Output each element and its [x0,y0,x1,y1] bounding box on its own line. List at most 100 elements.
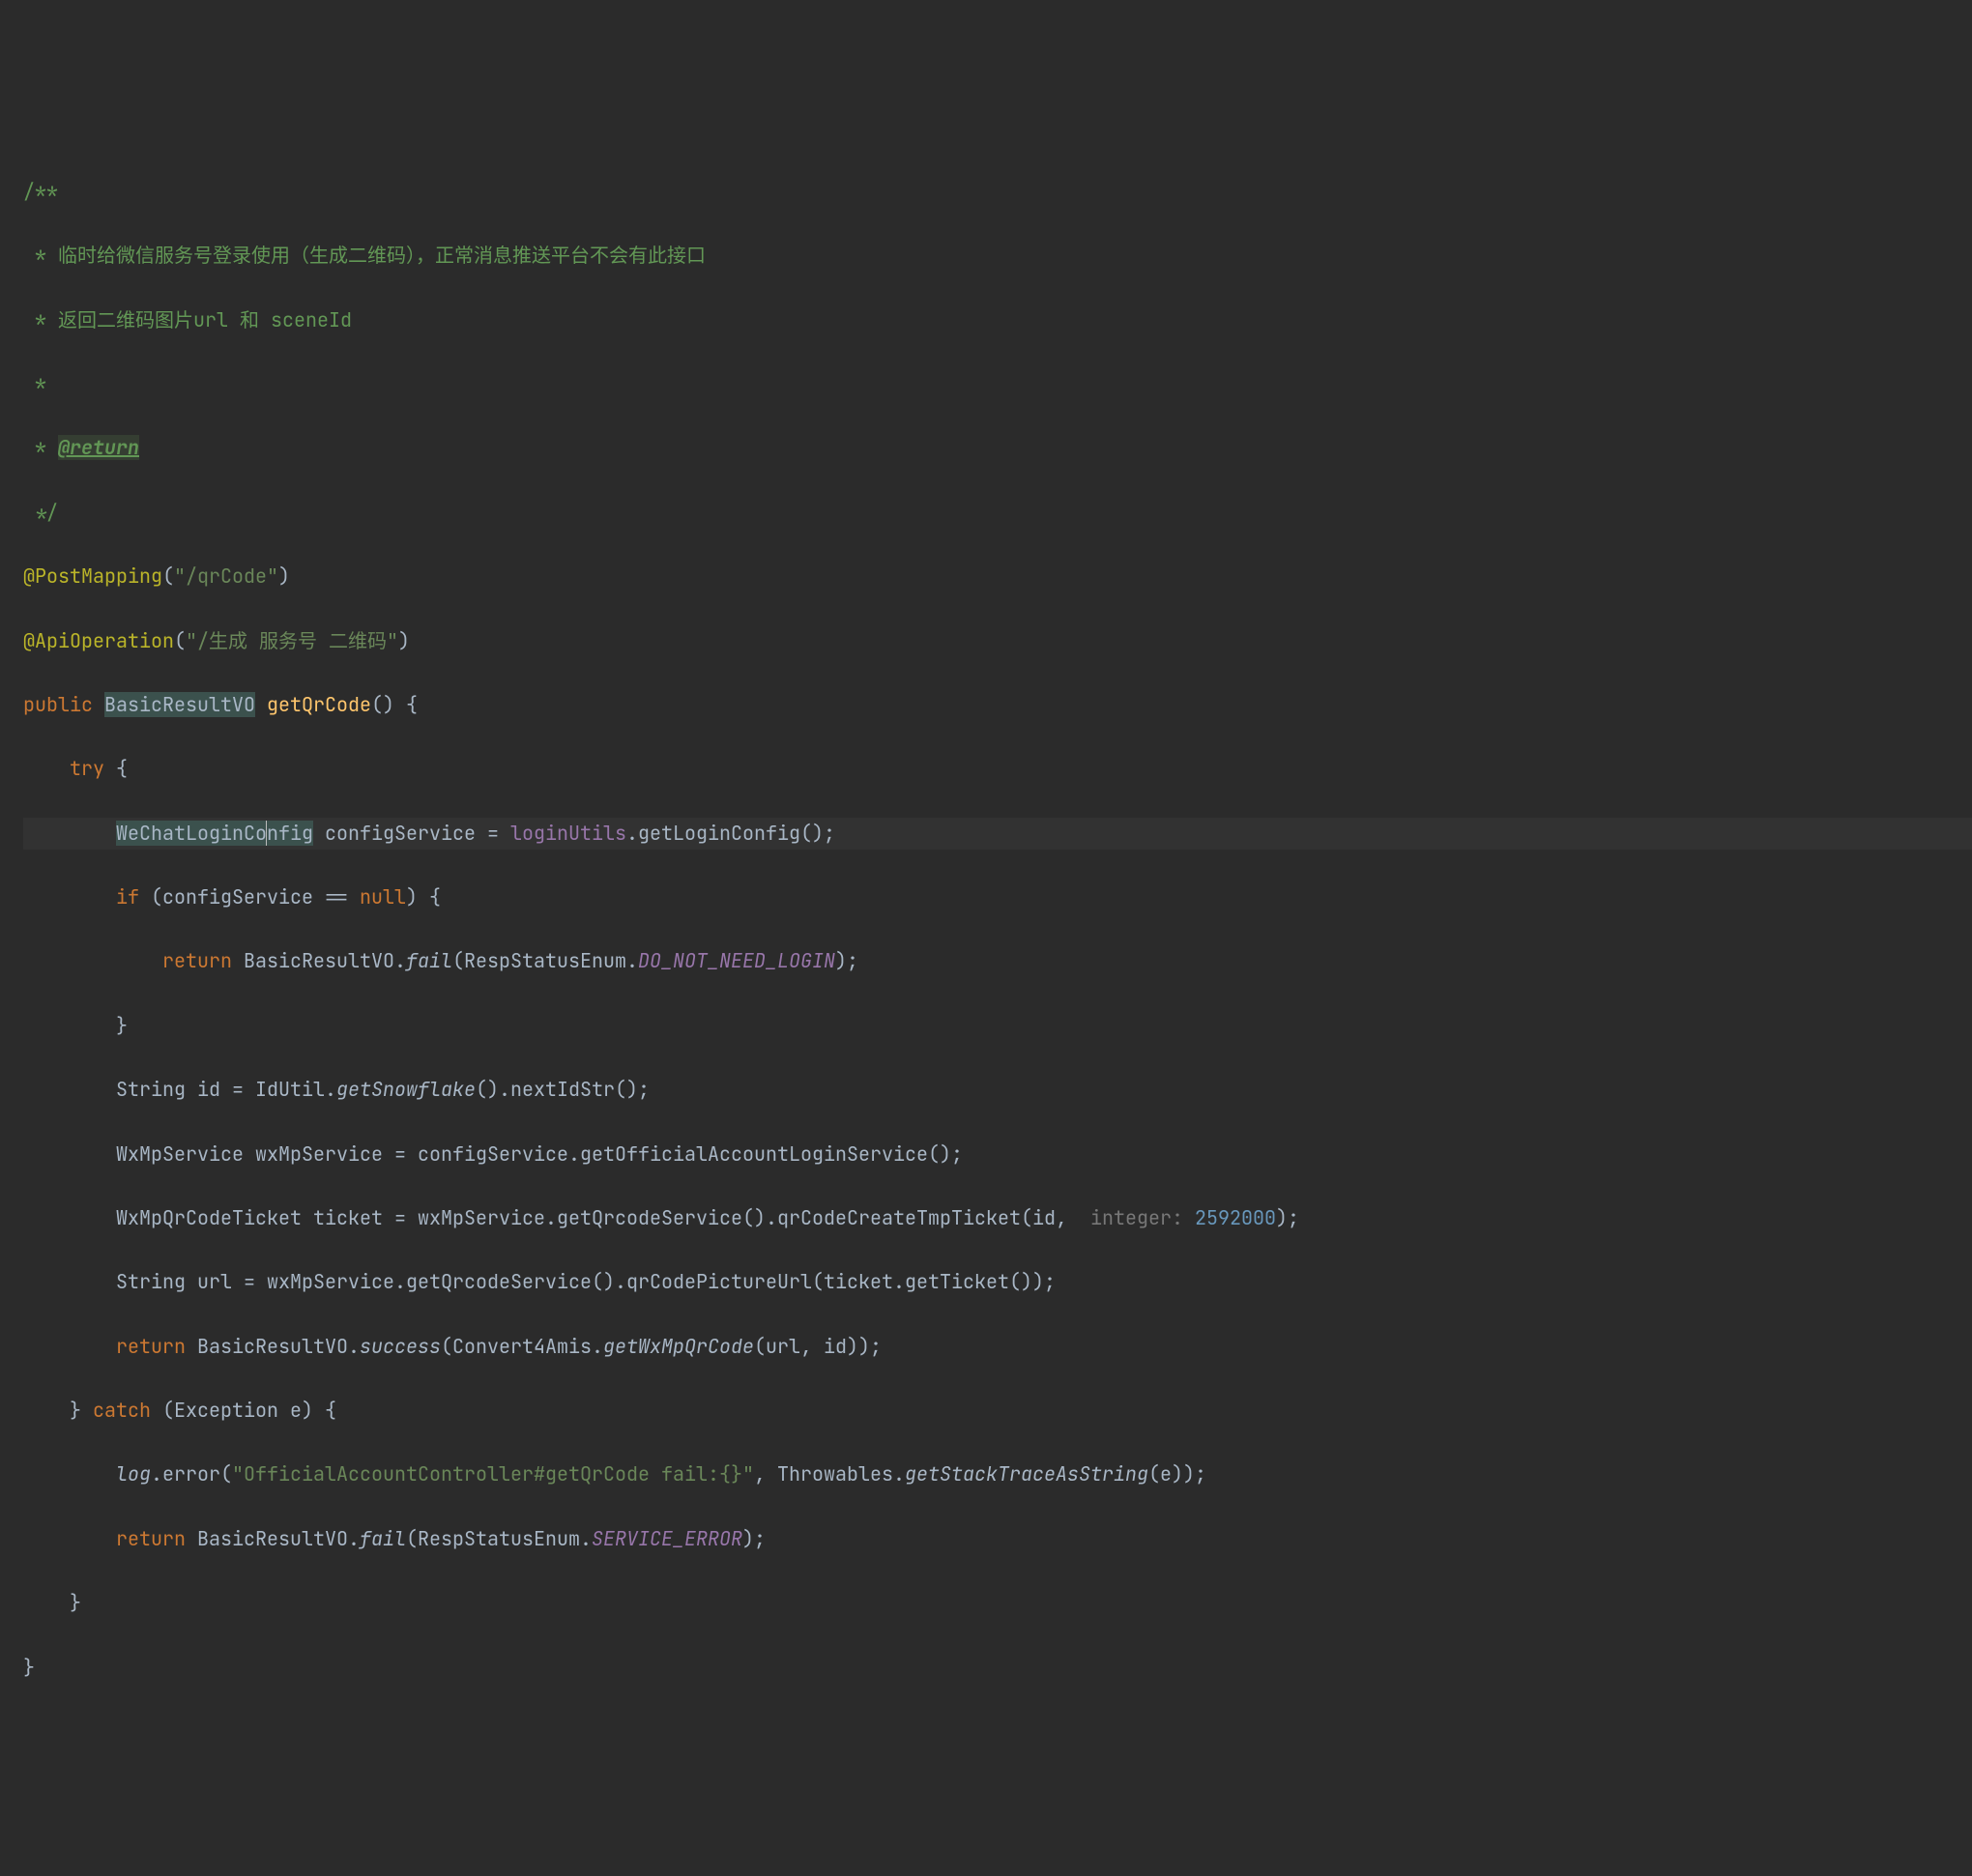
javadoc-end: */ [23,500,58,525]
javadoc-text: * 返回二维码图片url 和 sceneId [23,307,352,332]
code-line[interactable]: log.error("OfficialAccountController#get… [23,1458,1972,1490]
paren: ) [278,563,290,589]
code-line[interactable]: return BasicResultVO.success(Convert4Ami… [23,1331,1972,1363]
code-line[interactable]: String url = wxMpService.getQrcodeServic… [23,1266,1972,1298]
annotation-postmapping: @PostMapping [23,563,162,589]
code-line[interactable]: } [23,1652,1972,1684]
code-line[interactable]: if (configService == null) { [23,881,1972,913]
keyword-catch: catch [93,1398,151,1423]
args-close: ); [835,948,858,973]
brace-close: } [23,1655,35,1680]
indent [23,1334,116,1359]
method-call: getLoginConfig(); [638,821,835,846]
method-call: .error( [151,1461,232,1486]
type-part: WeChatLoginCo [116,821,267,846]
args-close: ); [742,1526,766,1551]
static-method-getstacktrace: getStackTraceAsString [905,1461,1148,1486]
enum-do-not-need-login: DO_NOT_NEED_LOGIN [638,948,835,973]
static-method-getwxmpqrcode: getWxMpQrCode [603,1334,754,1359]
stmt: String url = wxMpService.getQrcodeServic… [116,1269,1056,1294]
args: (Convert4Amis. [441,1334,603,1359]
keyword-return: return [116,1334,197,1359]
code-line[interactable]: String id = IdUtil.getSnowflake().nextId… [23,1074,1972,1106]
annotation-apioperation: @ApiOperation [23,628,174,653]
code-line[interactable]: WxMpQrCodeTicket ticket = wxMpService.ge… [23,1202,1972,1234]
static-method-fail: fail [360,1526,406,1551]
args: (RespStatusEnum. [406,1526,592,1551]
stmt: String id = IdUtil. [116,1077,336,1102]
javadoc-text: * 临时给微信服务号登录使用（生成二维码），正常消息推送平台不会有此接口 [23,243,706,268]
brace-close: } [70,1398,93,1423]
args: (RespStatusEnum. [452,948,638,973]
indent [23,1013,116,1038]
javadoc-start: /** [23,179,58,204]
code-line[interactable]: * 返回二维码图片url 和 sceneId [23,304,1972,336]
indent [23,1141,116,1167]
stmt: ().nextIdStr(); [476,1077,650,1102]
paren: ) [398,628,410,653]
equals: = [487,821,510,846]
string-literal: "/生成 服务号 二维码" [186,628,398,653]
indent [23,884,116,909]
indent [23,1205,116,1230]
class-ref: BasicResultVO. [244,948,406,973]
code-line[interactable]: WxMpService wxMpService = configService.… [23,1139,1972,1170]
paren: ( [162,563,174,589]
code-line[interactable]: try { [23,753,1972,785]
indent [23,948,162,973]
catch-args: (Exception e) { [151,1398,336,1423]
condition-close: ) { [406,884,441,909]
code-line-current[interactable]: WeChatLoginConfig configService = loginU… [23,818,1972,850]
keyword-return: return [116,1526,197,1551]
brace: { [104,756,128,781]
code-line[interactable]: return BasicResultVO.fail(RespStatusEnum… [23,945,1972,977]
code-line[interactable]: return BasicResultVO.fail(RespStatusEnum… [23,1523,1972,1555]
indent [23,1461,116,1486]
string-literal: "OfficialAccountController#getQrCode fai… [232,1461,754,1486]
class-ref: BasicResultVO. [197,1334,360,1359]
brace-close: } [116,1013,128,1038]
indent [23,821,116,846]
code-line[interactable]: /** [23,176,1972,208]
code-line[interactable]: * @return [23,432,1972,464]
type-part: nfig [267,821,313,846]
paren: ( [174,628,186,653]
keyword-try: try [70,756,104,781]
javadoc-text: * [23,371,46,396]
code-line[interactable]: @ApiOperation("/生成 服务号 二维码") [23,625,1972,657]
code-line[interactable]: } catch (Exception e) { [23,1395,1972,1427]
space [313,821,325,846]
stmt-end: ); [1276,1205,1299,1230]
indent [23,756,70,781]
return-type: BasicResultVO [104,692,255,717]
space [255,692,267,717]
javadoc-text: * [23,435,58,460]
code-line[interactable]: */ [23,497,1972,529]
indent [23,1269,116,1294]
static-method-success: success [360,1334,441,1359]
static-method-fail: fail [406,948,452,973]
indent [23,1590,70,1615]
stmt: WxMpQrCodeTicket ticket = wxMpService.ge… [116,1205,1079,1230]
code-line[interactable]: @PostMapping("/qrCode") [23,561,1972,592]
method-name: getQrCode [267,692,371,717]
stmt: WxMpService wxMpService = configService.… [116,1141,963,1167]
enum-service-error: SERVICE_ERROR [592,1526,742,1551]
type-wechatloginconfig: WeChatLoginConfig [116,821,313,846]
code-line[interactable]: * 临时给微信服务号登录使用（生成二维码），正常消息推送平台不会有此接口 [23,240,1972,272]
code-line[interactable]: } [23,1587,1972,1619]
code-line[interactable]: * [23,368,1972,400]
static-method-getsnowflake: getSnowflake [336,1077,476,1102]
args-close: (e)); [1148,1461,1206,1486]
code-line[interactable]: } [23,1010,1972,1042]
field-loginutils: loginUtils [510,821,626,846]
class-ref: BasicResultVO. [197,1526,360,1551]
code-line[interactable]: public BasicResultVO getQrCode() { [23,689,1972,721]
field-log: log [116,1461,151,1486]
indent [23,1077,116,1102]
indent [23,1526,116,1551]
keyword-return: return [162,948,244,973]
dot: . [626,821,638,846]
variable: configService [325,821,487,846]
code-editor[interactable]: /** * 临时给微信服务号登录使用（生成二维码），正常消息推送平台不会有此接口… [0,144,1972,1716]
